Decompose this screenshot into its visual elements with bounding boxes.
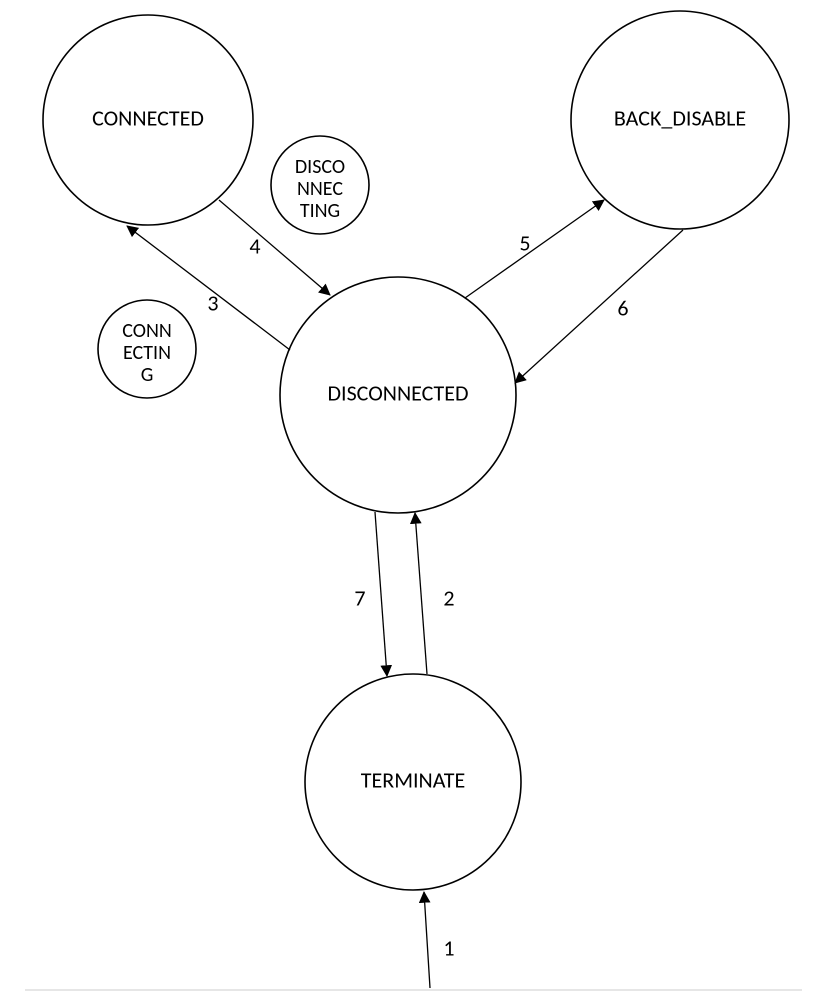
state-disconnecting: DISCO NNEC TING	[271, 136, 369, 234]
state-terminate-label: TERMINATE	[361, 766, 465, 793]
edge-6-label: 6	[617, 294, 628, 321]
state-connecting-label-l3: G	[141, 363, 154, 387]
state-terminate: TERMINATE	[305, 674, 521, 890]
state-diagram: CONNECTED BACK_DISABLE DISCONNECTED TERM…	[0, 0, 827, 1000]
state-connecting-label-l2: ECTIN	[123, 341, 171, 365]
state-back-disable-label: BACK_DISABLE	[614, 104, 746, 131]
edge-2: 2	[415, 513, 455, 674]
state-disconnecting-label-l1: DISCO	[295, 155, 345, 179]
state-connecting-label-l1: CONN	[122, 319, 172, 343]
edge-5: 5	[465, 200, 604, 298]
edge-1: 1	[424, 892, 455, 988]
state-disconnecting-label-l3: TING	[300, 199, 340, 223]
state-disconnecting-label-l2: NNEC	[297, 177, 343, 201]
state-connecting: CONN ECTIN G	[98, 300, 196, 398]
state-connected-label: CONNECTED	[92, 104, 204, 131]
edge-4-label: 4	[249, 232, 260, 259]
edge-5-label: 5	[519, 229, 530, 256]
edge-6: 6	[515, 230, 683, 383]
state-disconnected-label: DISCONNECTED	[327, 379, 468, 406]
edge-2-label: 2	[443, 584, 454, 611]
state-connected: CONNECTED	[43, 15, 253, 225]
edge-1-label: 1	[443, 934, 454, 961]
state-disconnected: DISCONNECTED	[280, 277, 516, 513]
edge-7-label: 7	[354, 584, 365, 611]
state-back-disable: BACK_DISABLE	[571, 11, 789, 229]
edge-3-label: 3	[207, 289, 218, 316]
edge-7: 7	[354, 512, 387, 676]
